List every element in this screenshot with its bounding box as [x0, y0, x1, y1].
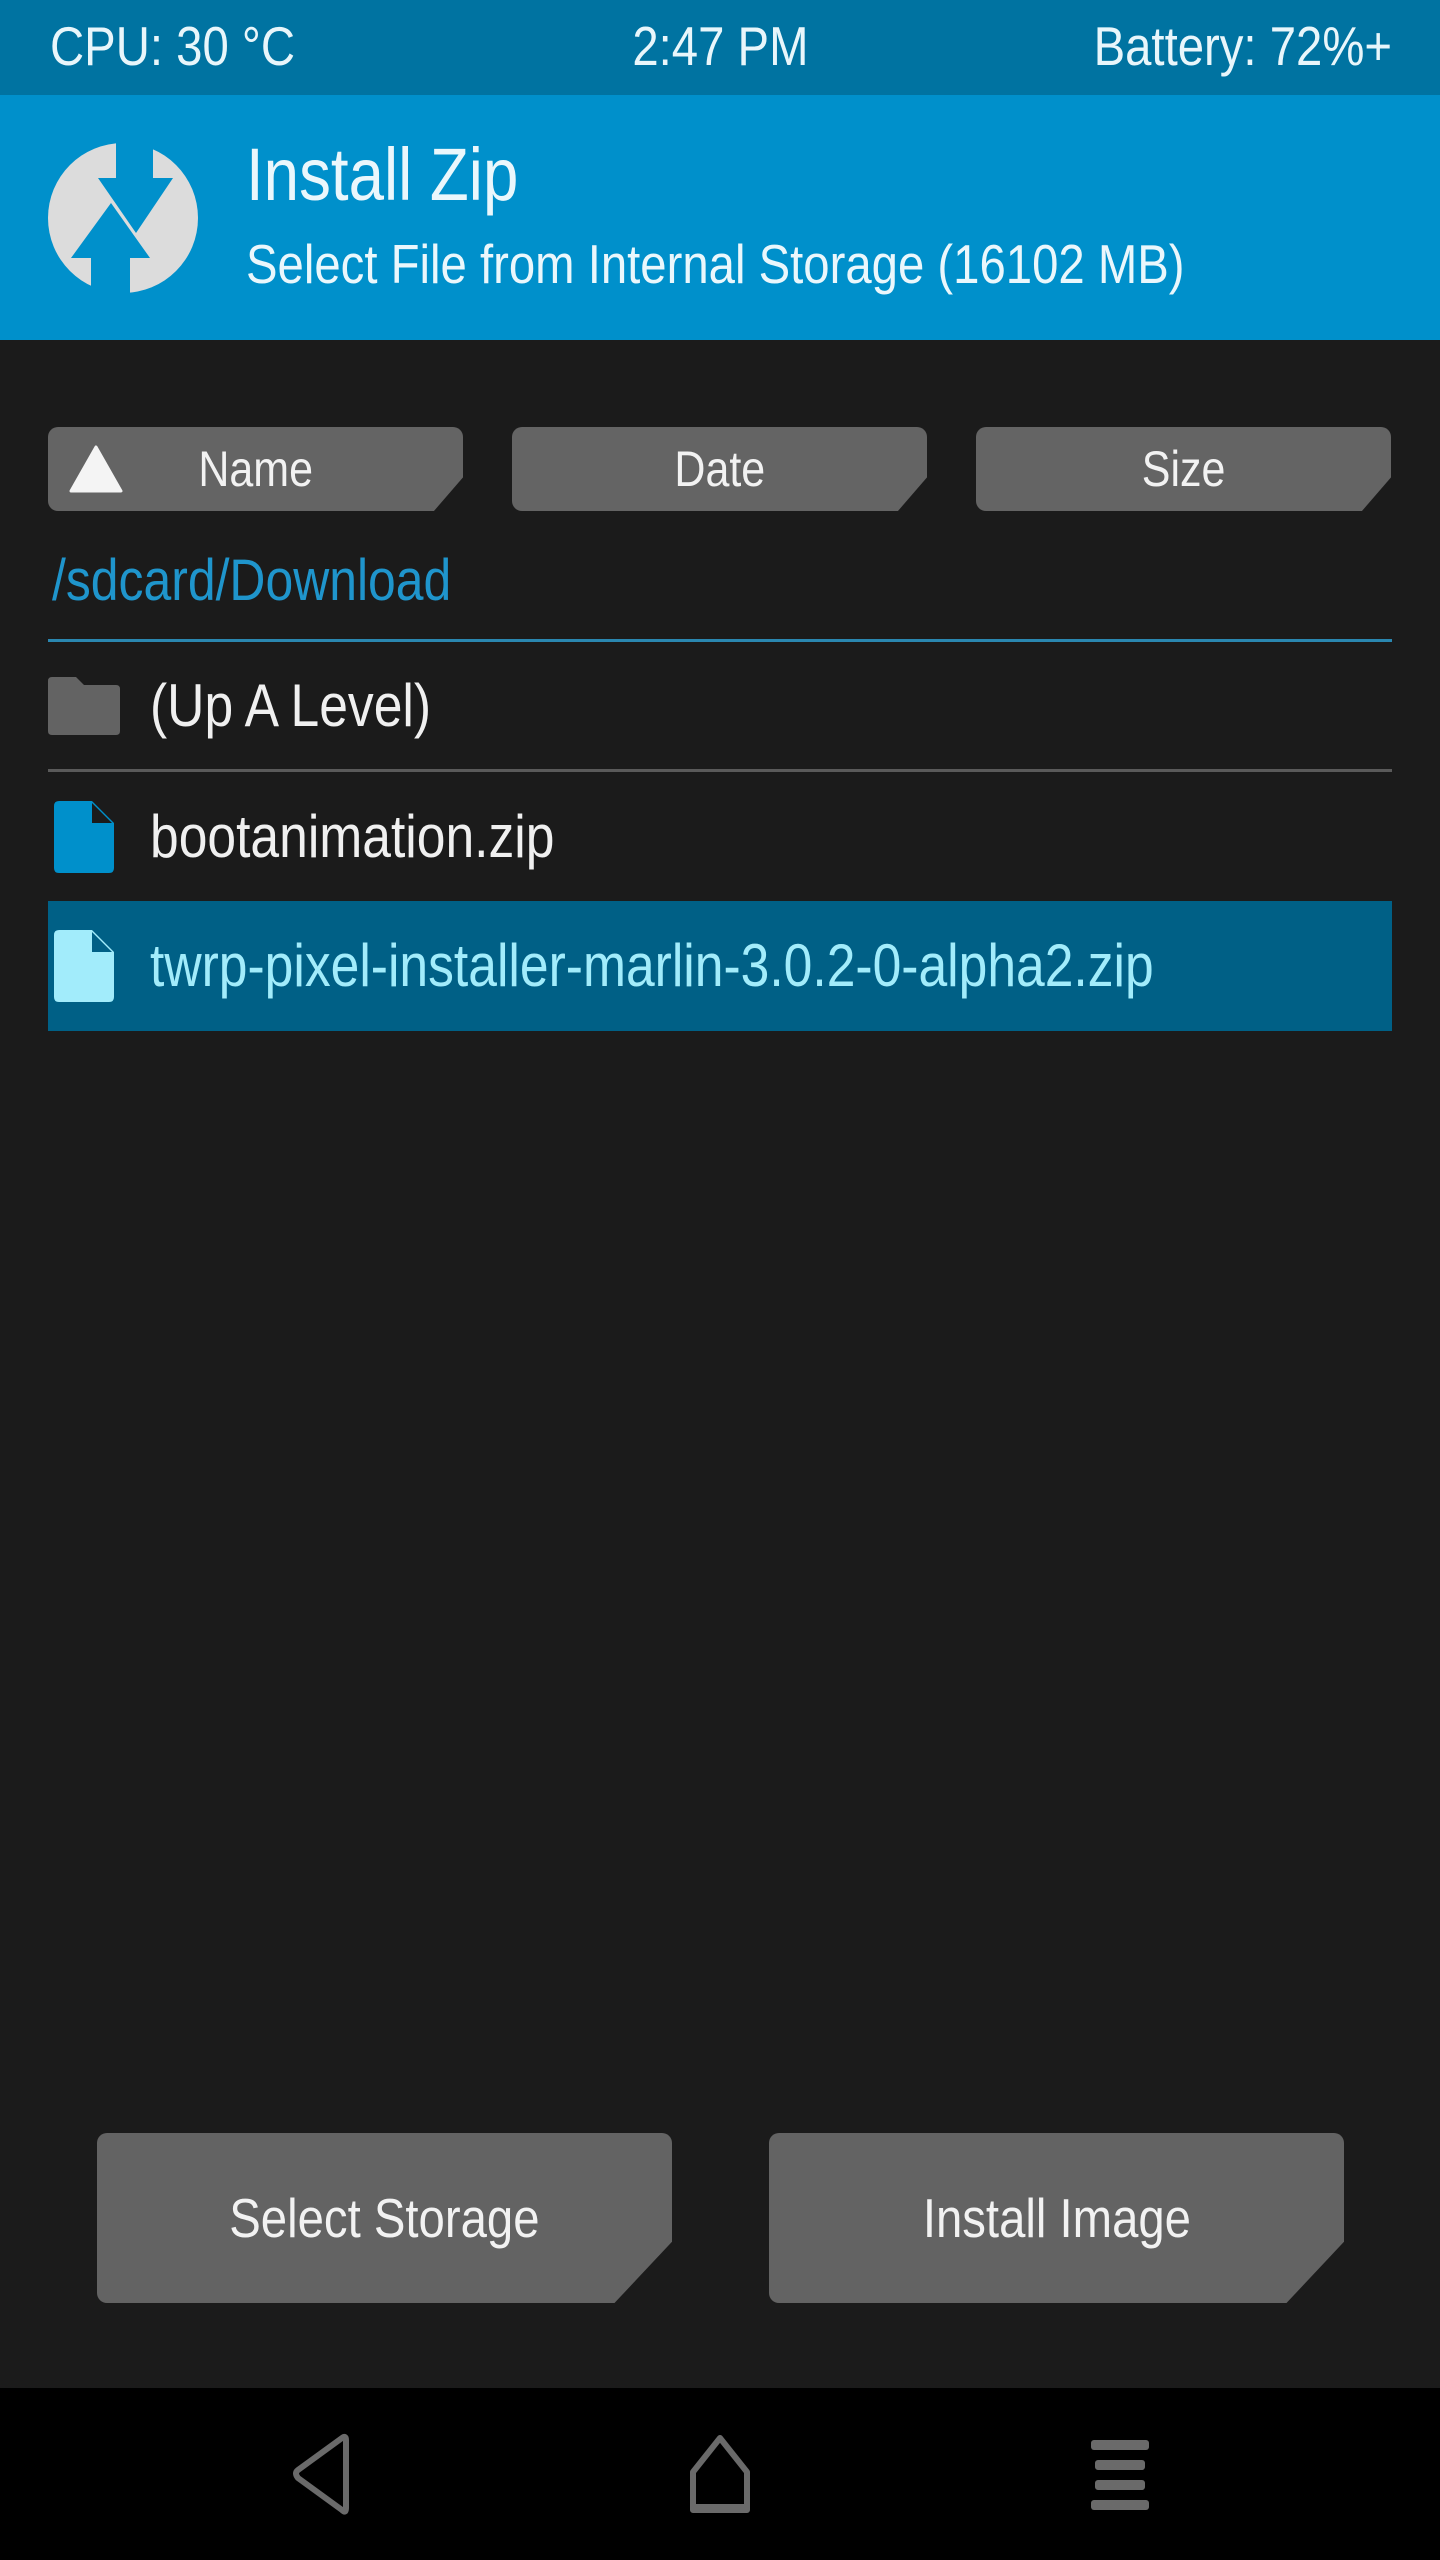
page-header: Install Zip Select File from Internal St…: [0, 95, 1440, 340]
back-icon[interactable]: [276, 2428, 366, 2518]
file-name: twrp-pixel-installer-marlin-3.0.2-0-alph…: [150, 932, 1154, 999]
file-list-item[interactable]: bootanimation.zip: [48, 772, 1392, 902]
folder-icon: [48, 677, 120, 735]
file-name: (Up A Level): [150, 672, 432, 739]
select-storage-button[interactable]: Select Storage: [97, 2133, 672, 2303]
sort-date-label: Date: [674, 441, 765, 497]
file-list-item-selected[interactable]: twrp-pixel-installer-marlin-3.0.2-0-alph…: [48, 901, 1392, 1031]
sort-by-name-button[interactable]: Name: [48, 427, 463, 511]
sort-ascending-icon: [69, 445, 123, 493]
select-storage-label: Select Storage: [229, 2187, 540, 2249]
file-icon: [54, 930, 114, 1002]
sort-by-size-button[interactable]: Size: [976, 427, 1391, 511]
battery-status: Battery: 72%+: [1093, 15, 1392, 77]
sort-name-label: Name: [198, 441, 313, 497]
navigation-bar: [0, 2388, 1440, 2560]
page-subtitle: Select File from Internal Storage (16102…: [246, 233, 1185, 295]
menu-icon[interactable]: [1075, 2428, 1165, 2518]
sort-by-date-button[interactable]: Date: [512, 427, 927, 511]
status-bar: CPU: 30 °C 2:47 PM Battery: 72%+: [0, 0, 1440, 95]
page-title: Install Zip: [246, 133, 519, 216]
install-image-button[interactable]: Install Image: [769, 2133, 1344, 2303]
file-list-item-up-level[interactable]: (Up A Level): [48, 641, 1392, 771]
install-image-label: Install Image: [922, 2187, 1191, 2249]
file-icon: [54, 801, 114, 873]
home-icon[interactable]: [675, 2428, 765, 2518]
twrp-logo-icon: [48, 143, 198, 293]
sort-size-label: Size: [1141, 441, 1226, 497]
file-name: bootanimation.zip: [150, 803, 555, 870]
current-path: /sdcard/Download: [52, 548, 452, 613]
